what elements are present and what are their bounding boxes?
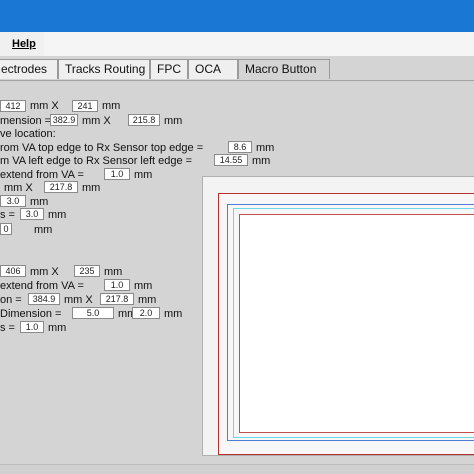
s2-dim-label: on = — [0, 294, 22, 306]
s2-x-label: mm X — [30, 266, 59, 278]
s2-s-label: s = — [0, 322, 15, 334]
extend-unit: mm — [134, 169, 153, 181]
status-bar — [0, 464, 474, 474]
top-edge-unit: mm — [256, 142, 275, 154]
s2-extend-field[interactable]: 1.0 — [104, 279, 130, 291]
last-unit: mm — [34, 224, 53, 236]
extend-label: extend from VA = — [0, 169, 84, 181]
s2-height-field[interactable]: 235 — [74, 265, 100, 277]
dimension-label: mension = — [0, 115, 52, 127]
va-width-field[interactable]: 412 — [0, 100, 26, 112]
menu-help-label: Help — [12, 38, 36, 50]
tab-macro-button[interactable]: Macro Button — [238, 59, 330, 79]
s2-s-unit: mm — [48, 322, 67, 334]
dim2-x-label: mm X — [4, 182, 33, 194]
left-edge-label: m VA left edge to Rx Sensor left edge = — [0, 155, 193, 167]
dimension-x-label: mm X — [82, 115, 111, 127]
s2-s-field[interactable]: 1.0 — [20, 321, 44, 333]
s2-dim3-width-field[interactable]: 5.0 — [72, 307, 114, 319]
extend-field[interactable]: 1.0 — [104, 168, 130, 180]
s2-dim-unit: mm — [138, 294, 157, 306]
tab-strip: ectrodes Tracks Routing FPC OCA Macro Bu… — [0, 56, 474, 80]
top-edge-field[interactable]: 8.6 — [228, 141, 252, 153]
menu-bar: Help — [0, 32, 474, 56]
tab-oca[interactable]: OCA — [188, 59, 238, 79]
s2-width-field[interactable]: 406 — [0, 265, 26, 277]
s2-dim-height-field[interactable]: 217.8 — [100, 293, 134, 305]
left-edge-field[interactable]: 14.55 — [214, 154, 248, 166]
top-edge-label: rom VA top edge to Rx Sensor top edge = — [0, 142, 204, 154]
s2-dim-width-field[interactable]: 384.9 — [28, 293, 60, 305]
va-height-field[interactable]: 241 — [72, 100, 98, 112]
s2-dim3-height-field[interactable]: 2.0 — [132, 307, 160, 319]
left-edge-unit: mm — [252, 155, 271, 167]
va-unit-label: mm — [102, 100, 121, 112]
s-unit: mm — [48, 209, 67, 221]
dimension-height-field[interactable]: 215.8 — [128, 114, 160, 126]
title-bar — [0, 0, 474, 32]
dimension-unit-label: mm — [164, 115, 183, 127]
s2-extend-label: extend from VA = — [0, 280, 84, 292]
preview-rect-sensor — [239, 214, 474, 433]
tab-fpc[interactable]: FPC — [150, 59, 188, 79]
pitch-unit: mm — [30, 196, 49, 208]
va-x-label: mm X — [30, 100, 59, 112]
dimension-width-field[interactable]: 382.9 — [50, 114, 78, 126]
s-field[interactable]: 3.0 — [20, 208, 44, 220]
menu-bar-fill — [44, 32, 474, 56]
s2-dim-x-label: mm X — [64, 294, 93, 306]
layout-preview-canvas — [202, 176, 474, 456]
location-label: ve location: — [0, 128, 56, 140]
s2-extend-unit: mm — [134, 280, 153, 292]
last-field[interactable]: 0 — [0, 223, 12, 235]
tab-tracks-routing[interactable]: Tracks Routing — [58, 59, 150, 79]
s2-dim3-label: Dimension = — [0, 308, 62, 320]
s-label: s = — [0, 209, 15, 221]
dim2-unit: mm — [82, 182, 101, 194]
tab-electrodes[interactable]: ectrodes — [0, 59, 58, 79]
s2-dim3-unit: mm — [164, 308, 183, 320]
pitch-field[interactable]: 3.0 — [0, 195, 26, 207]
menu-help[interactable]: Help — [0, 32, 44, 56]
s2-unit: mm — [104, 266, 123, 278]
dim2-height-field[interactable]: 217.8 — [44, 181, 78, 193]
panel-border — [0, 80, 474, 81]
